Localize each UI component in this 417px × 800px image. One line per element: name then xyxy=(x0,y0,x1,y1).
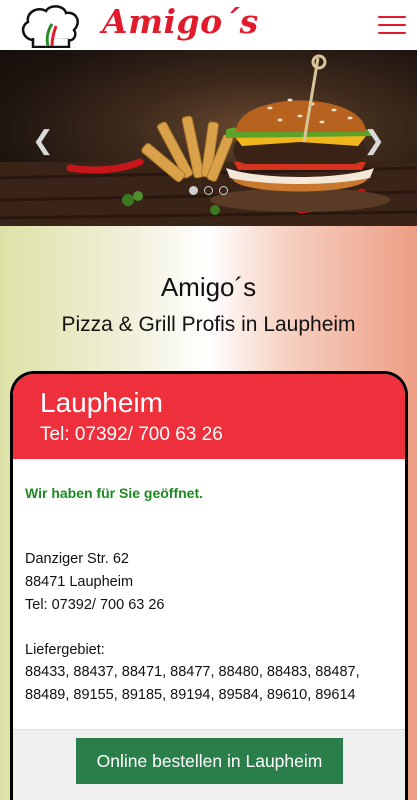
address-street: Danziger Str. 62 xyxy=(25,551,129,567)
page-title: Amigo´s xyxy=(160,272,257,302)
location-card-header: Laupheim Tel: 07392/ 700 63 26 xyxy=(13,374,405,459)
slider-dot[interactable] xyxy=(189,186,198,195)
hamburger-icon-bar xyxy=(378,16,406,18)
location-city: Laupheim xyxy=(40,387,163,418)
hero-slider[interactable]: ❮ ❯ xyxy=(0,50,417,226)
slider-prev-button[interactable]: ❮ xyxy=(32,128,54,154)
chef-hat-logo-icon[interactable] xyxy=(18,2,82,48)
slider-dots xyxy=(189,186,228,195)
delivery-area-zips: 88489, 89155, 89185, 89194, 89584, 89610… xyxy=(25,687,356,703)
delivery-area-label: Liefergebiet: xyxy=(25,642,105,658)
slider-next-button[interactable]: ❯ xyxy=(363,128,385,154)
slider-dot[interactable] xyxy=(219,186,228,195)
location-phone-link[interactable]: Tel: 07392/ 700 63 26 xyxy=(40,424,223,446)
address-phone: Tel: 07392/ 700 63 26 xyxy=(25,597,165,613)
location-card-footer: Online bestellen in Laupheim xyxy=(13,729,405,800)
location-card-body: Wir haben für Sie geöffnet. Danziger Str… xyxy=(13,459,405,729)
logo-wordmark[interactable]: Amigo´s xyxy=(102,2,259,41)
address-zip-city: 88471 Laupheim xyxy=(25,574,134,590)
slider-dot[interactable] xyxy=(204,186,213,195)
burger-photo xyxy=(0,54,417,226)
site-header: Amigo´s xyxy=(0,0,417,50)
hamburger-menu-button[interactable] xyxy=(378,16,406,34)
order-online-button[interactable]: Online bestellen in Laupheim xyxy=(76,738,343,784)
location-card: Laupheim Tel: 07392/ 700 63 26 Wir haben… xyxy=(10,371,408,800)
open-status: Wir haben für Sie geöffnet. xyxy=(25,485,203,501)
delivery-area-zips: 88433, 88437, 88471, 88477, 88480, 88483… xyxy=(25,664,360,680)
page-subtitle: Pizza & Grill Profis in Laupheim xyxy=(61,313,356,336)
hamburger-icon-bar xyxy=(378,32,406,34)
hamburger-icon-bar xyxy=(378,24,406,26)
